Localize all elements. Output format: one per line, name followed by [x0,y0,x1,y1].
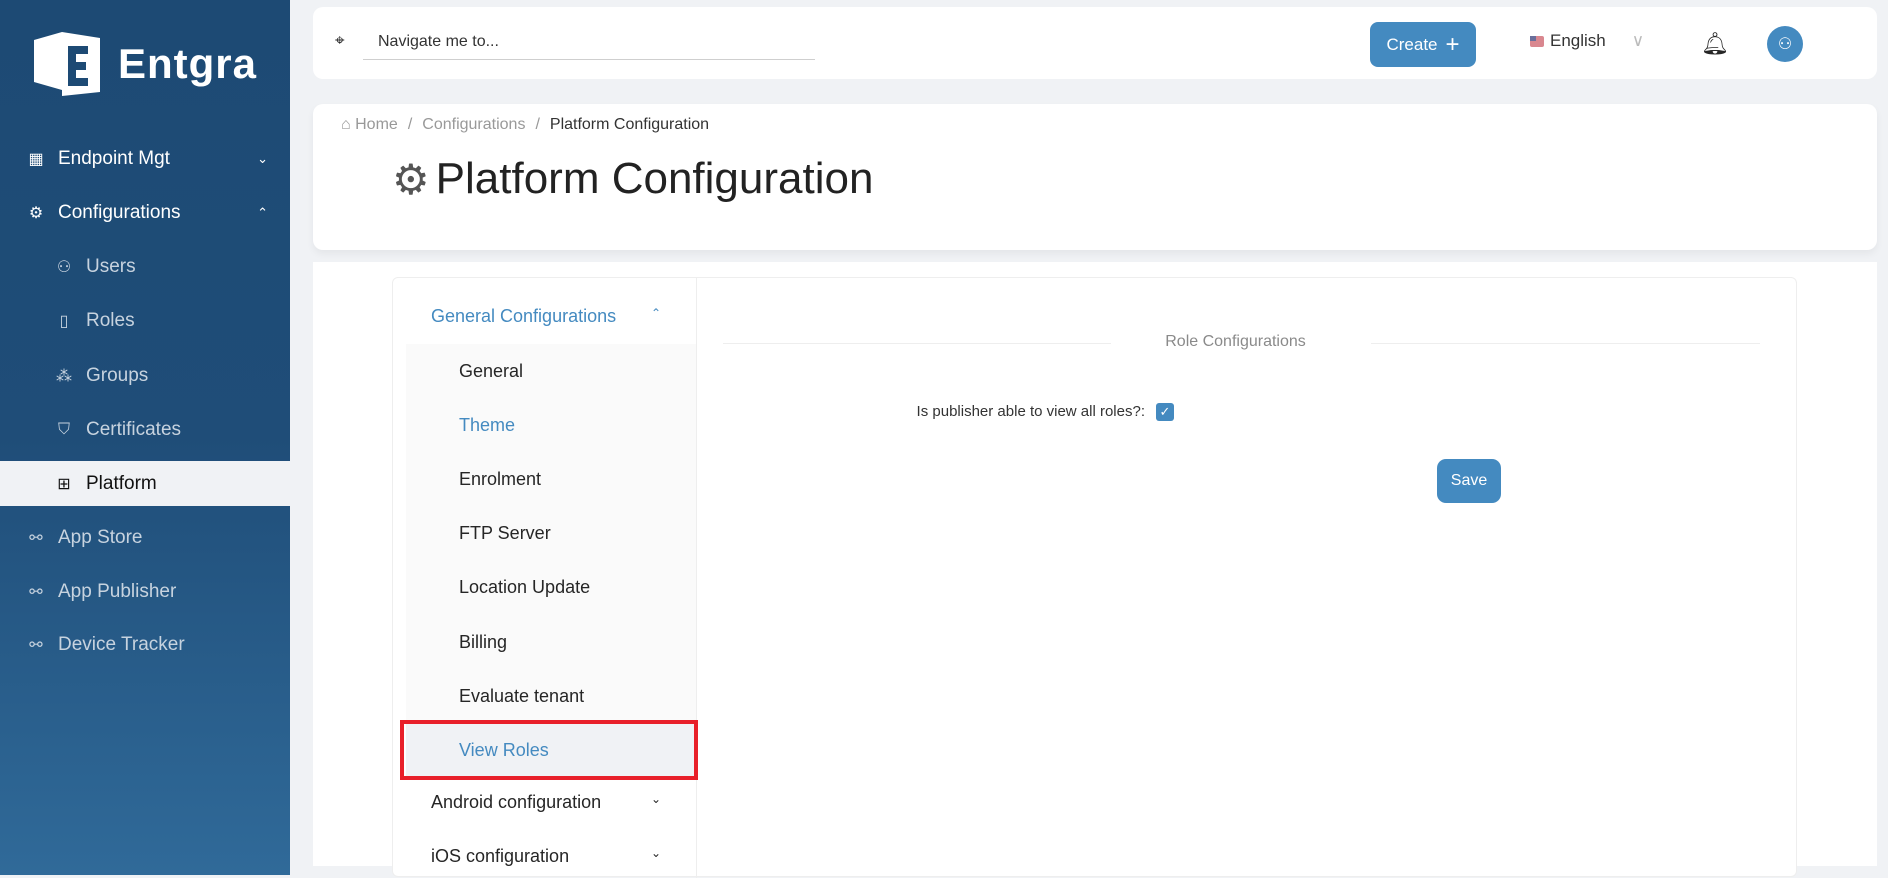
save-button[interactable]: Save [1437,459,1501,503]
breadcrumb-configurations[interactable]: Configurations [422,116,525,134]
top-bar: ⌖ Navigate me to... Create + English ∨ 🔔︎ … [313,7,1877,79]
role-configurations-title: Role Configurations [1165,333,1306,350]
config-card: General Configurations ⌃ General Theme En… [392,277,1797,878]
menu-ios-configuration[interactable]: iOS configuration ⌄ [431,846,681,867]
divider [723,343,1111,344]
us-flag-icon [1530,35,1544,47]
config-menu: General Configurations ⌃ General Theme En… [393,278,698,878]
logo-mark-icon [34,32,100,96]
bell-icon[interactable]: 🔔︎ [1701,31,1729,57]
create-button[interactable]: Create + [1370,22,1476,67]
sidebar-item-roles[interactable]: ▯ Roles [0,299,290,343]
link-icon: ⚯ [29,637,43,654]
view-all-roles-label: Is publisher able to view all roles?: [916,403,1145,420]
sidebar-item-certificates[interactable]: ⛉ Certificates [0,408,290,452]
menu-item-evaluate-tenant[interactable]: Evaluate tenant [406,669,696,723]
menu-general-configurations[interactable]: General Configurations ⌃ [431,306,681,327]
menu-item-ftp-server[interactable]: FTP Server [406,506,696,560]
gear-icon: ⚙ [392,155,430,203]
gear-icon: ⚙ [28,205,44,222]
sidebar: Entgra ▦ Endpoint Mgt ⌄ ⚙ Configurations ⌃ ⚇… [0,0,290,875]
breadcrumb-home[interactable]: ⌂ Home [341,116,398,134]
menu-item-location-update[interactable]: Location Update [406,560,696,614]
divider [1371,343,1760,344]
shield-icon: ⛉ [57,421,70,438]
breadcrumb-separator: / [407,116,413,133]
avatar[interactable]: ⚇ [1767,26,1803,62]
home-icon: ⌂ [341,116,351,133]
grid-icon: ▦ [28,151,44,168]
menu-item-theme[interactable]: Theme [406,398,696,452]
chevron-up-icon: ⌃ [650,306,661,320]
sidebar-item-endpoint-mgt[interactable]: ▦ Endpoint Mgt ⌄ [0,137,290,181]
sidebar-item-groups[interactable]: ⁂ Groups [0,354,290,398]
menu-item-general[interactable]: General [406,344,696,398]
sidebar-item-app-store[interactable]: ⚯ App Store [0,516,290,560]
menu-item-enrolment[interactable]: Enrolment [406,452,696,506]
breadcrumb-current: Platform Configuration [549,116,710,133]
sliders-icon: ⊞ [57,475,71,493]
locate-icon: ⌖ [335,31,345,50]
sidebar-item-platform[interactable]: ⊞ Platform [0,461,290,506]
link-icon: ⚯ [29,530,43,547]
link-icon: ⚯ [29,584,43,601]
chevron-down-icon: ⌄ [257,151,268,166]
menu-item-billing[interactable]: Billing [406,615,696,669]
sidebar-item-users[interactable]: ⚇ Users [0,245,290,289]
user-icon: ⚇ [1777,36,1793,53]
chevron-down-icon: ∨ [1631,31,1645,50]
plus-icon: + [1445,30,1460,58]
chevron-down-icon: ⌄ [650,792,661,806]
sidebar-item-device-tracker[interactable]: ⚯ Device Tracker [0,623,290,667]
highlight-box [400,720,698,780]
entgra-logo[interactable]: Entgra [32,30,257,98]
breadcrumb: ⌂ Home / Configurations / Platform Confi… [341,116,709,134]
nodes-icon: ⁂ [56,368,72,385]
navigate-search-input[interactable]: Navigate me to... [363,25,815,60]
language-selector[interactable]: English ∨ [1530,31,1644,51]
view-all-roles-checkbox[interactable]: ✓ [1156,403,1174,421]
page-header: ⌂ Home / Configurations / Platform Confi… [313,104,1877,250]
breadcrumb-separator: / [535,116,540,133]
sidebar-item-app-publisher[interactable]: ⚯ App Publisher [0,570,290,614]
chevron-up-icon: ⌃ [257,205,268,220]
sidebar-item-configurations[interactable]: ⚙ Configurations ⌃ [0,191,290,235]
chevron-down-icon: ⌄ [650,846,661,860]
user-icon: ⚇ [56,259,72,276]
check-icon: ✓ [1159,404,1171,419]
menu-android-configuration[interactable]: Android configuration ⌄ [431,792,681,813]
page-title: ⚙ Platform Configuration [392,154,874,203]
book-icon: ▯ [59,313,69,330]
